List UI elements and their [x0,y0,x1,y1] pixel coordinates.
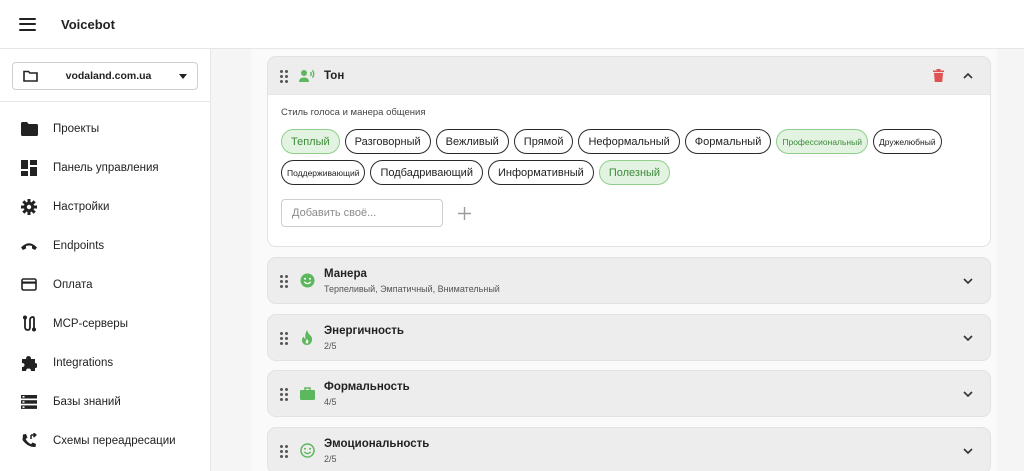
section-text: Энергичность 2/5 [324,325,404,351]
section-formality: Формальность 4/5 [267,370,991,417]
sidebar-item-label: Оплата [53,278,93,291]
section-formality-header[interactable]: Формальность 4/5 [268,371,990,416]
sidebar-item-projects[interactable]: Проекты [0,109,210,148]
section-energy: Энергичность 2/5 [267,314,991,361]
section-level: 2/5 [324,453,337,464]
drag-handle-icon[interactable] [280,69,288,83]
chevron-down-icon[interactable] [962,445,974,457]
tone-chip[interactable]: Информативный [487,160,594,185]
chevron-down-icon[interactable] [962,275,974,287]
voice-icon [299,68,315,84]
sidebar-item-label: Панель управления [53,161,159,174]
smile-icon [299,273,315,289]
sidebar-nav: Проекты Панель управления Настройки Endp… [0,109,210,460]
puzzle-icon [20,354,38,372]
sidebar-item-label: Базы знаний [53,395,121,408]
tone-chip[interactable]: Теплый [281,129,340,154]
sidebar-item-label: MCP-серверы [53,317,128,330]
storage-icon [20,393,38,411]
sidebar-item-forwarding-schemes[interactable]: Схемы переадресации [0,421,210,460]
menu-icon[interactable] [19,17,36,31]
section-ton-body: Стиль голоса и манера общения Теплый Раз… [268,94,990,246]
section-title: Тон [324,69,345,82]
section-title: Манера [324,267,367,280]
folder-outline-icon [23,70,38,82]
domain-select-value: vodaland.com.ua [65,70,152,82]
drag-handle-icon[interactable] [280,331,288,345]
sidebar: vodaland.com.ua Проекты Панель управлени… [0,49,211,471]
section-level: 2/5 [324,340,337,351]
tone-chip[interactable]: Поддерживающий [281,160,366,185]
add-custom-input[interactable] [281,199,443,227]
section-ton: Тон Стиль голоса и манера общения Теплый… [267,56,991,247]
tone-chip[interactable]: Полезный [598,160,671,185]
sidebar-item-endpoints[interactable]: Endpoints [0,226,210,265]
drag-handle-icon[interactable] [280,444,288,458]
drag-handle-icon[interactable] [280,387,288,401]
sidebar-item-label: Проекты [53,122,100,135]
delete-icon[interactable] [932,69,944,82]
phone-hangup-icon [20,237,38,255]
dashboard-icon [20,159,38,177]
phone-forward-icon [20,432,38,450]
settings-panel: Тон Стиль голоса и манера общения Теплый… [251,49,997,471]
section-title: Формальность [324,380,410,393]
section-title: Эмоциональность [324,437,430,450]
section-emotionality: Эмоциональность 2/5 [267,427,991,471]
credit-card-icon [20,276,38,294]
sidebar-item-label: Схемы переадресации [53,434,176,447]
folder-icon [20,120,38,138]
section-ton-header[interactable]: Тон [268,57,990,94]
tone-chip[interactable]: Профессиональный [776,129,868,154]
tone-chip[interactable]: Разговорный [344,129,431,154]
section-text: Эмоциональность 2/5 [324,438,429,464]
gear-icon [20,198,38,216]
sidebar-item-label: Integrations [53,356,114,369]
section-text: Формальность 4/5 [324,381,410,407]
app-title: Voicebot [61,16,115,32]
chevron-down-icon[interactable] [962,388,974,400]
route-icon [20,315,38,333]
tone-chip[interactable]: Подбадривающий [370,160,483,185]
sidebar-item-dashboard[interactable]: Панель управления [0,148,210,187]
sidebar-item-settings[interactable]: Настройки [0,187,210,226]
sidebar-item-label: Настройки [53,200,110,213]
divider [0,101,210,102]
tone-chip[interactable]: Вежливый [435,129,509,154]
fire-icon [299,330,315,346]
sidebar-item-label: Endpoints [53,239,105,252]
top-bar: Voicebot [0,0,1024,49]
sidebar-item-payment[interactable]: Оплата [0,265,210,304]
section-title: Энергичность [324,324,405,337]
drag-handle-icon[interactable] [280,274,288,288]
section-emotionality-header[interactable]: Эмоциональность 2/5 [268,428,990,471]
plus-icon[interactable] [457,206,471,220]
chevron-down-icon[interactable] [962,332,974,344]
sidebar-item-knowledge-bases[interactable]: Базы знаний [0,382,210,421]
domain-select[interactable]: vodaland.com.ua [12,62,198,90]
section-summary: Терпеливый, Эмпатичный, Внимательный [324,283,500,294]
sidebar-item-mcp-servers[interactable]: MCP-серверы [0,304,210,343]
chevron-up-icon[interactable] [962,70,974,82]
briefcase-icon [299,386,315,402]
tone-chip[interactable]: Прямой [513,129,574,154]
chevron-down-icon [179,73,187,79]
section-text: Манера Терпеливый, Эмпатичный, Вниматель… [324,268,500,294]
sidebar-item-integrations[interactable]: Integrations [0,343,210,382]
section-energy-header[interactable]: Энергичность 2/5 [268,315,990,360]
tone-chip[interactable]: Формальный [684,129,772,154]
tone-chip-list: Теплый Разговорный Вежливый Прямой Нефор… [281,129,971,185]
main-content: Тон Стиль голоса и манера общения Теплый… [211,49,1024,471]
section-manner-header[interactable]: Манера Терпеливый, Эмпатичный, Вниматель… [268,258,990,303]
section-manner: Манера Терпеливый, Эмпатичный, Вниматель… [267,257,991,304]
tone-chip[interactable]: Неформальный [578,129,680,154]
tone-chip[interactable]: Дружелюбный [872,129,942,154]
section-level: 4/5 [324,396,337,407]
section-ton-label: Стиль голоса и манера общения [281,107,426,118]
smile-outline-icon [299,443,315,459]
add-custom-row [281,199,977,227]
